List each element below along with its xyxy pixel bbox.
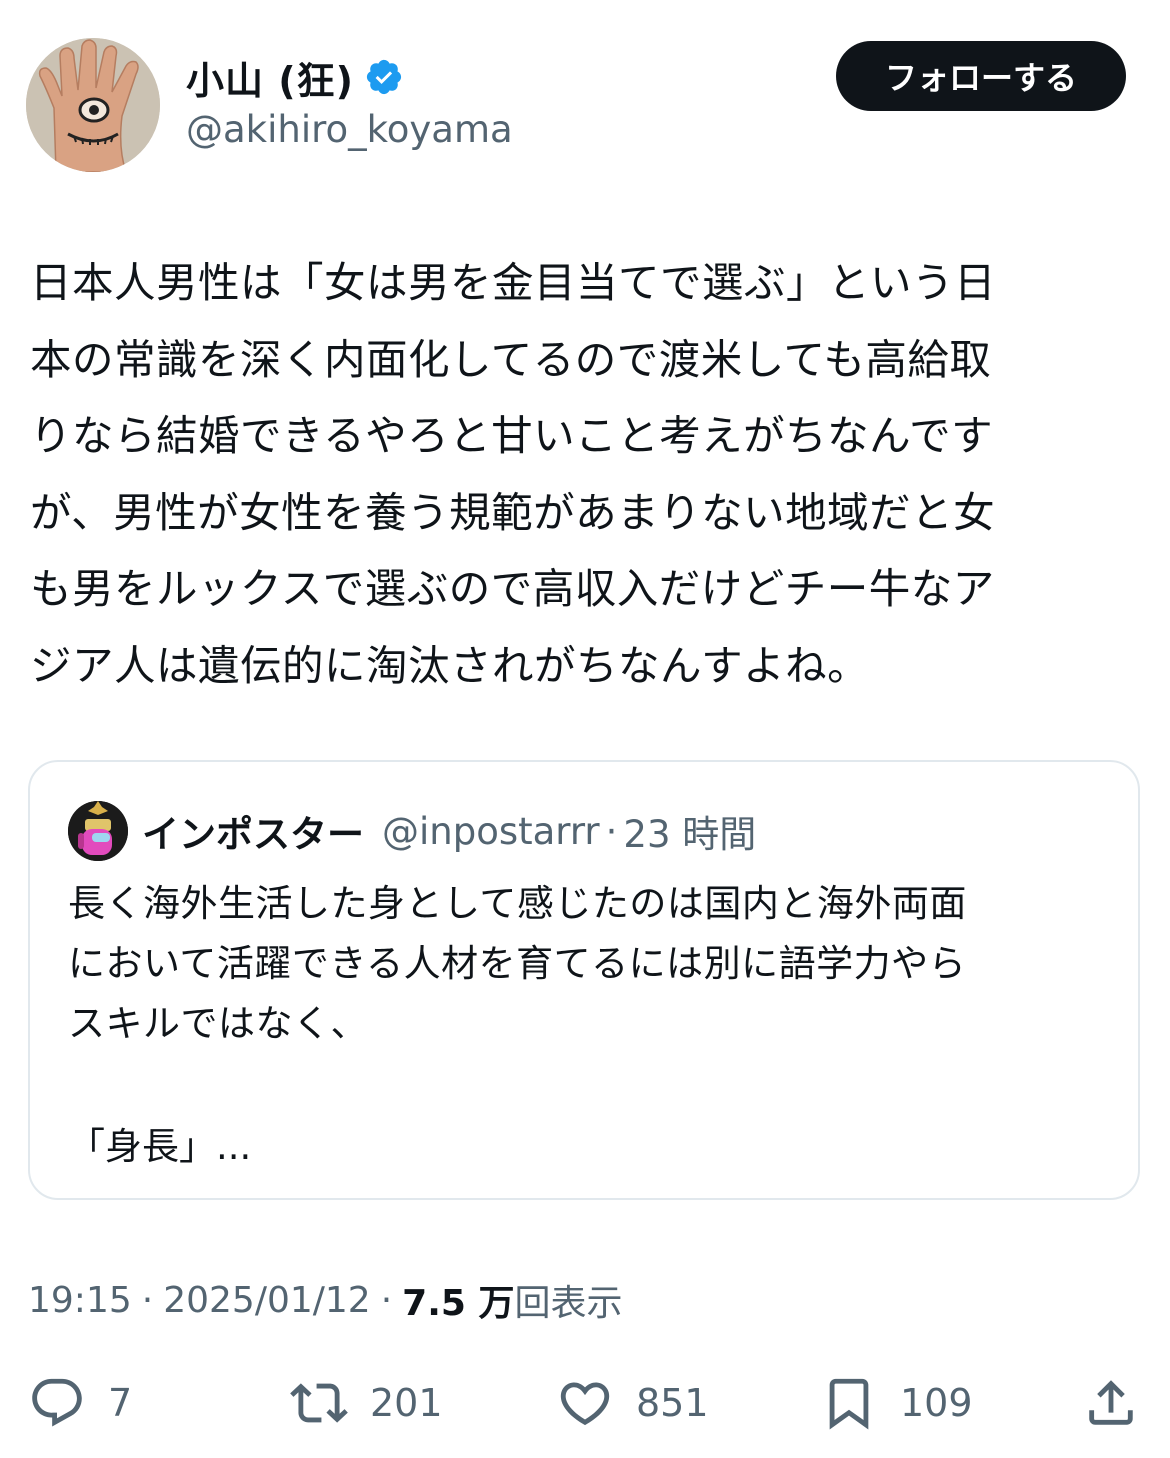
- share-button[interactable]: [1082, 1368, 1140, 1438]
- user-names: 小山 (狂) @akihiro_koyama: [186, 50, 513, 152]
- meta-separator: ·: [141, 1279, 154, 1321]
- quoted-separator: ·: [605, 809, 618, 853]
- quoted-display-name: インポスター: [142, 813, 364, 856]
- display-name[interactable]: 小山 (狂): [186, 50, 354, 105]
- quoted-tweet-text: 長く海外生活した身として感じたのは国内と海外両面 において活躍できる人材を育てる…: [68, 882, 967, 1045]
- views-count: 7.5 万: [402, 1283, 515, 1324]
- reply-icon: [32, 1378, 82, 1427]
- reply-count: 7: [108, 1381, 133, 1425]
- tweet-date[interactable]: 2025/01/12: [163, 1280, 371, 1321]
- verified-badge-icon: [364, 57, 404, 97]
- action-bar: 7 201 851 109: [28, 1368, 1144, 1438]
- retweet-button[interactable]: 201: [290, 1368, 443, 1438]
- retweet-count: 201: [370, 1381, 443, 1425]
- tweet-meta: 19:15 · 2025/01/12 · 7.5 万 回表示: [28, 1274, 622, 1326]
- reply-button[interactable]: 7: [28, 1368, 132, 1438]
- quoted-handle: @inpostarrr: [382, 809, 600, 853]
- quoted-time: 23 時間: [623, 813, 757, 856]
- display-name-row: 小山 (狂): [186, 50, 513, 105]
- bookmark-icon: [829, 1378, 869, 1430]
- tweet-text: 日本人男性は「女は男を金目当てで選ぶ」という日 本の常識を深く内面化してるので渡…: [30, 258, 997, 690]
- heart-icon: [560, 1382, 610, 1426]
- quoted-user-avatar: [68, 801, 128, 861]
- impostor-avatar-icon: [68, 801, 128, 861]
- like-count: 851: [636, 1381, 709, 1425]
- views-label: 回表示: [514, 1283, 623, 1324]
- meta-separator: ·: [380, 1279, 393, 1321]
- quoted-tweet[interactable]: インポスター @inpostarrr · 23 時間 長く海外生活した身として感…: [28, 760, 1140, 1200]
- tweet-header: 小山 (狂) @akihiro_koyama フォローする: [26, 38, 1126, 174]
- hand-eye-avatar-icon: [26, 38, 160, 172]
- bookmark-count: 109: [900, 1381, 973, 1425]
- bookmark-button[interactable]: 109: [820, 1368, 973, 1438]
- follow-button[interactable]: フォローする: [836, 41, 1126, 111]
- retweet-icon: [290, 1383, 348, 1423]
- user-avatar[interactable]: [26, 38, 160, 172]
- like-button[interactable]: 851: [556, 1368, 709, 1438]
- user-handle[interactable]: @akihiro_koyama: [186, 108, 513, 151]
- share-icon: [1089, 1380, 1133, 1425]
- quoted-tweet-header: インポスター @inpostarrr · 23 時間: [68, 800, 756, 862]
- tweet-time[interactable]: 19:15: [28, 1280, 132, 1321]
- quoted-tweet-text-continued: 「身長」...: [68, 1125, 252, 1168]
